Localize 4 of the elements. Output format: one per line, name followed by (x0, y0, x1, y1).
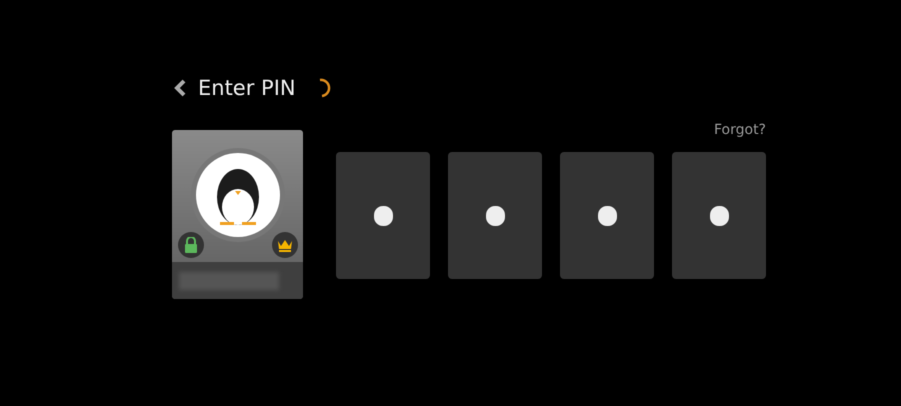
forgot-link[interactable]: Forgot? (714, 122, 766, 138)
page-title: Enter PIN (198, 76, 296, 100)
user-card[interactable] (172, 130, 303, 299)
back-button[interactable] (172, 78, 188, 98)
